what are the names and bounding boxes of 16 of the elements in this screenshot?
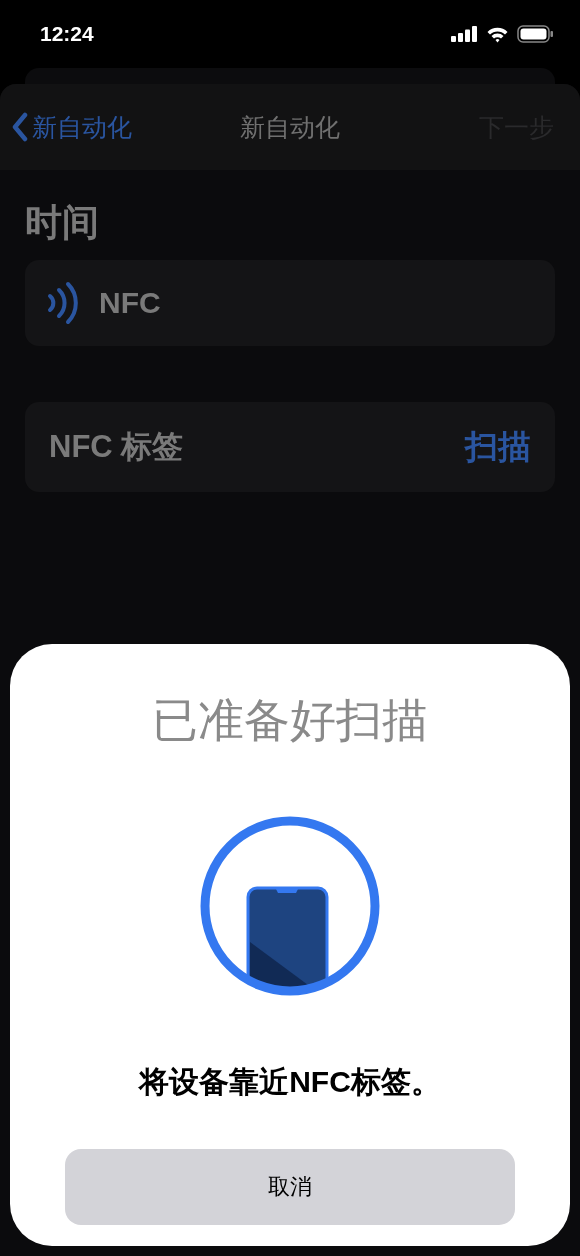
signal-icon [451, 26, 478, 42]
nav-title: 新自动化 [240, 111, 340, 143]
cancel-button[interactable]: 取消 [65, 1149, 515, 1225]
section-title: 时间 [25, 201, 100, 245]
status-time: 12:24 [40, 22, 94, 46]
sheet-message: 将设备靠近NFC标签。 [139, 1064, 441, 1100]
chevron-left-icon [12, 112, 28, 142]
tag-label: NFC 标签 [49, 428, 184, 466]
trigger-label: NFC [99, 286, 161, 320]
nfc-icon [45, 281, 79, 325]
back-button[interactable]: 新自动化 [12, 110, 132, 144]
wifi-icon [486, 25, 509, 43]
back-label: 新自动化 [32, 111, 132, 143]
battery-icon [517, 25, 554, 43]
scan-button[interactable]: 扫描 [465, 424, 531, 470]
sheet-title: 已准备好扫描 [152, 693, 428, 748]
